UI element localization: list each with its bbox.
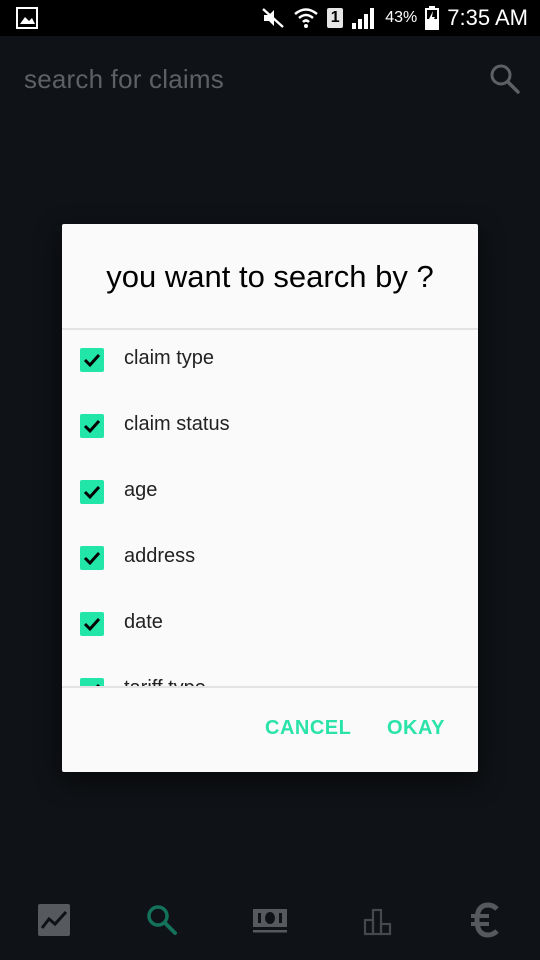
option-label: date xyxy=(124,611,163,633)
search-icon[interactable] xyxy=(488,62,522,96)
bar-chart-icon[interactable] xyxy=(358,900,398,940)
gallery-icon xyxy=(16,7,38,29)
option-label: tariff type xyxy=(124,677,206,686)
wifi-icon xyxy=(294,8,319,28)
sim-slot-badge: 1 xyxy=(327,8,344,28)
option-label: claim type xyxy=(124,347,215,369)
okay-button[interactable]: OKAY xyxy=(387,710,445,746)
clock: 7:35 AM xyxy=(447,5,528,30)
option-age[interactable]: age xyxy=(62,462,478,528)
options-list[interactable]: claim type claim status age address date xyxy=(62,330,478,686)
signal-icon xyxy=(352,8,375,29)
checkbox-checked[interactable] xyxy=(80,546,104,570)
option-tariff-type[interactable]: tariff type xyxy=(62,660,478,686)
checkbox-checked[interactable] xyxy=(80,480,104,504)
checkbox-checked[interactable] xyxy=(80,414,104,438)
option-label: age xyxy=(124,479,158,501)
money-icon[interactable] xyxy=(250,900,290,940)
option-claim-status[interactable]: claim status xyxy=(62,396,478,462)
checkbox-checked[interactable] xyxy=(80,612,104,636)
check-icon xyxy=(83,353,101,368)
bottom-navigation xyxy=(0,872,540,960)
status-bar: 1 43% 7:35 AM xyxy=(0,0,540,36)
option-label: address xyxy=(124,545,196,567)
check-icon xyxy=(96,683,101,686)
app-bar: search for claims xyxy=(0,36,540,122)
checkbox-checked[interactable] xyxy=(80,678,104,686)
divider xyxy=(62,686,478,688)
checkbox-checked[interactable] xyxy=(80,348,104,372)
cancel-button[interactable]: CANCEL xyxy=(265,710,351,746)
search-by-dialog: you want to search by ? claim type claim… xyxy=(62,224,478,772)
mute-icon xyxy=(262,8,285,28)
dialog-title: you want to search by ? xyxy=(106,259,434,294)
battery-percent: 43% xyxy=(385,9,418,26)
euro-icon[interactable] xyxy=(466,900,506,940)
option-claim-type[interactable]: claim type xyxy=(62,330,478,396)
battery-icon xyxy=(425,6,440,30)
app-title: search for claims xyxy=(24,64,224,94)
check-icon xyxy=(83,551,101,566)
option-label: claim status xyxy=(124,413,230,435)
check-icon xyxy=(83,485,101,500)
search-icon[interactable] xyxy=(142,900,182,940)
check-icon xyxy=(83,617,101,632)
check-icon xyxy=(83,419,101,434)
option-address[interactable]: address xyxy=(62,528,478,594)
option-date[interactable]: date xyxy=(62,594,478,660)
trend-chart-icon[interactable] xyxy=(34,900,74,940)
